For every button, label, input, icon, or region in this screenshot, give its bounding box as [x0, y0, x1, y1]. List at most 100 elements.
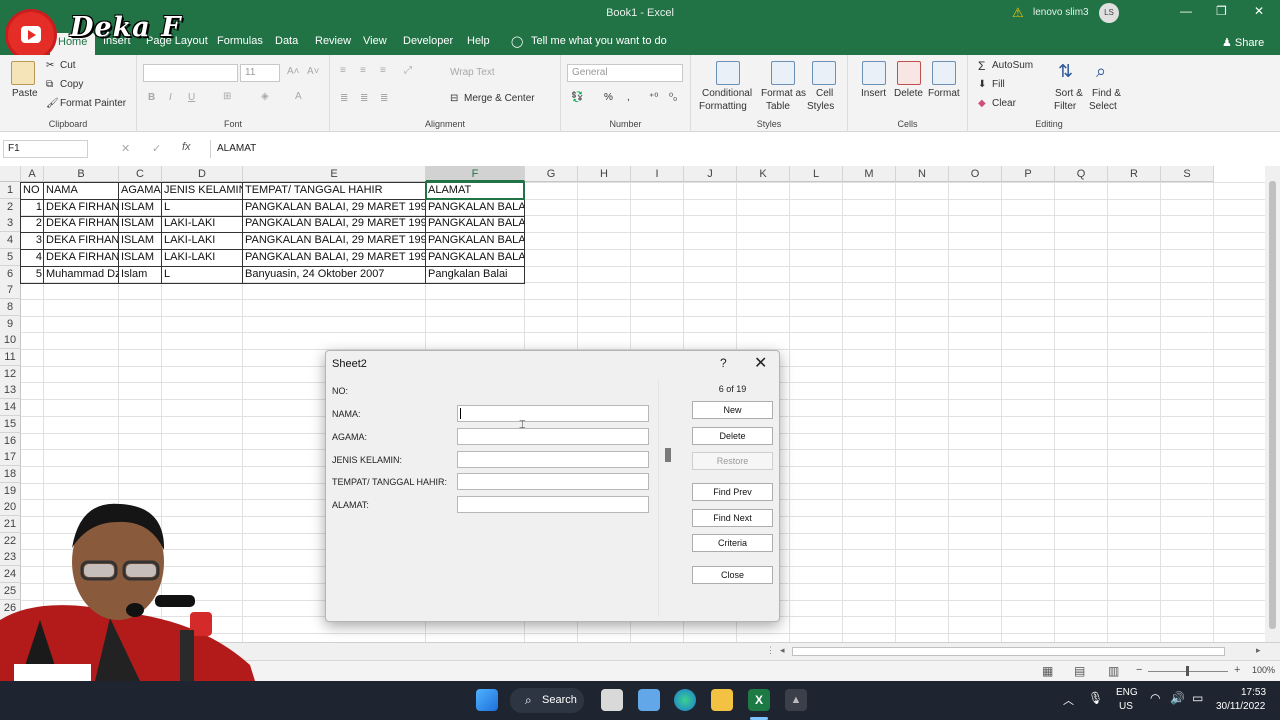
sort-filter-button[interactable]: Sort & [1055, 88, 1083, 99]
avatar[interactable]: LS [1099, 3, 1119, 23]
format-cells-button[interactable]: Format [928, 88, 960, 99]
zoom-level[interactable]: 100% [1252, 665, 1275, 675]
format-as-table-button[interactable]: Format as [761, 88, 806, 99]
criteria-button[interactable]: Criteria [692, 534, 773, 552]
column-header[interactable]: J [684, 166, 737, 182]
wifi-icon[interactable]: ◠ [1150, 691, 1160, 705]
edge-icon[interactable] [674, 689, 696, 711]
align-bottom-icon[interactable]: ≡ [380, 65, 386, 76]
format-as-table-icon[interactable] [771, 61, 795, 85]
name-box[interactable]: F1 [3, 140, 88, 158]
insert-cells-icon[interactable] [862, 61, 886, 85]
column-header[interactable]: F [426, 166, 525, 182]
find-prev-button[interactable]: Find Prev [692, 483, 773, 501]
row-header[interactable]: 11 [0, 349, 21, 366]
dialog-close-icon[interactable]: ✕ [754, 353, 767, 373]
row-header[interactable]: 5 [0, 249, 21, 266]
column-header[interactable]: E [243, 166, 426, 182]
scroll-left-icon[interactable]: ◂ [780, 645, 785, 656]
close-button[interactable]: Close [692, 566, 773, 584]
field-input-nama[interactable] [457, 405, 649, 422]
row-header[interactable]: 2 [0, 199, 21, 216]
grow-font-icon[interactable]: A˄ [287, 66, 300, 77]
comma-icon[interactable]: , [627, 92, 630, 103]
wrap-text-button[interactable]: Wrap Text [450, 67, 495, 78]
copy-button[interactable]: Copy [60, 79, 83, 90]
align-top-icon[interactable]: ≡ [340, 65, 346, 76]
field-input-alamat[interactable] [457, 496, 649, 513]
cancel-icon[interactable]: ✕ [121, 142, 130, 155]
battery-icon[interactable]: ▭ [1192, 691, 1203, 705]
row-header[interactable]: 13 [0, 382, 21, 399]
row-header[interactable]: 1 [0, 182, 21, 199]
column-header[interactable]: B [44, 166, 119, 182]
formula-input[interactable]: ALAMAT [210, 140, 1265, 158]
conditional-formatting-button[interactable]: Conditional [702, 88, 752, 99]
underline-icon[interactable]: U [188, 92, 195, 103]
new-button[interactable]: New [692, 401, 773, 419]
row-header[interactable]: 17 [0, 449, 21, 466]
tab-view[interactable]: View [363, 35, 387, 47]
column-header[interactable]: H [578, 166, 631, 182]
column-header[interactable]: D [162, 166, 243, 182]
tray-chevron-icon[interactable]: ︿ [1063, 692, 1074, 708]
tab-formulas[interactable]: Formulas [217, 35, 263, 47]
decrease-decimal-icon[interactable]: ⁰₀ [669, 92, 677, 103]
column-header[interactable]: O [949, 166, 1002, 182]
percent-icon[interactable]: % [604, 92, 613, 103]
page-layout-view-icon[interactable]: ▤ [1074, 664, 1085, 678]
row-header[interactable]: 18 [0, 466, 21, 483]
find-next-button[interactable]: Find Next [692, 509, 773, 527]
column-header[interactable]: R [1108, 166, 1161, 182]
zoom-slider-thumb[interactable] [1186, 666, 1189, 676]
fill-button[interactable]: Fill [992, 79, 1005, 90]
format-painter-icon[interactable]: 🖌 [46, 98, 59, 109]
vertical-scrollbar[interactable] [1265, 166, 1280, 642]
warning-icon[interactable]: ⚠ [1012, 5, 1024, 21]
column-header[interactable]: Q [1055, 166, 1108, 182]
scroll-right-icon[interactable]: ▸ [1256, 645, 1261, 656]
record-scrollbar[interactable] [658, 379, 670, 617]
close-window-icon[interactable]: ✕ [1254, 4, 1264, 18]
language-code[interactable]: ENG [1116, 687, 1138, 698]
format-cells-icon[interactable] [932, 61, 956, 85]
row-header[interactable]: 3 [0, 215, 21, 232]
vertical-scroll-thumb[interactable] [1269, 181, 1276, 629]
row-header[interactable]: 4 [0, 232, 21, 249]
restore-icon[interactable]: ❐ [1216, 4, 1227, 18]
record-scroll-thumb[interactable] [665, 448, 671, 462]
clear-icon[interactable]: ◆ [978, 98, 986, 109]
tab-developer[interactable]: Developer [403, 35, 453, 47]
italic-icon[interactable]: I [169, 92, 172, 103]
tab-review[interactable]: Review [315, 35, 351, 47]
field-input-tempat-tanggal[interactable] [457, 473, 649, 490]
zoom-out-icon[interactable]: − [1136, 664, 1142, 676]
enter-icon[interactable]: ✓ [152, 142, 161, 155]
language-region[interactable]: US [1119, 701, 1133, 712]
shrink-font-icon[interactable]: A˅ [307, 66, 320, 77]
column-header[interactable]: A [21, 166, 44, 182]
start-icon[interactable] [476, 689, 498, 711]
delete-cells-button[interactable]: Delete [894, 88, 923, 99]
share-button[interactable]: ♟ Share [1222, 36, 1264, 49]
row-header[interactable]: 14 [0, 399, 21, 416]
horizontal-scroll-thumb[interactable] [792, 647, 1225, 656]
format-painter-button[interactable]: Format Painter [60, 98, 126, 109]
merge-center-button[interactable]: Merge & Center [464, 93, 535, 104]
column-header[interactable]: M [843, 166, 896, 182]
excel-taskbar-icon[interactable]: X [748, 689, 770, 711]
bold-icon[interactable]: B [148, 92, 155, 103]
clock-time[interactable]: 17:53 [1241, 687, 1266, 698]
find-select-button[interactable]: Find & [1092, 88, 1121, 99]
app-icon[interactable]: ▲ [785, 689, 807, 711]
delete-cells-icon[interactable] [897, 61, 921, 85]
restore-button[interactable]: Restore [692, 452, 773, 470]
row-header[interactable]: 10 [0, 332, 21, 349]
row-header[interactable]: 19 [0, 483, 21, 500]
column-header[interactable]: S [1161, 166, 1214, 182]
zoom-in-icon[interactable]: + [1234, 664, 1240, 676]
sort-filter-icon[interactable]: ⇅ [1058, 61, 1073, 82]
fill-color-icon[interactable]: ◈ [261, 91, 269, 102]
row-header[interactable]: 15 [0, 416, 21, 433]
task-view-icon[interactable] [601, 689, 623, 711]
